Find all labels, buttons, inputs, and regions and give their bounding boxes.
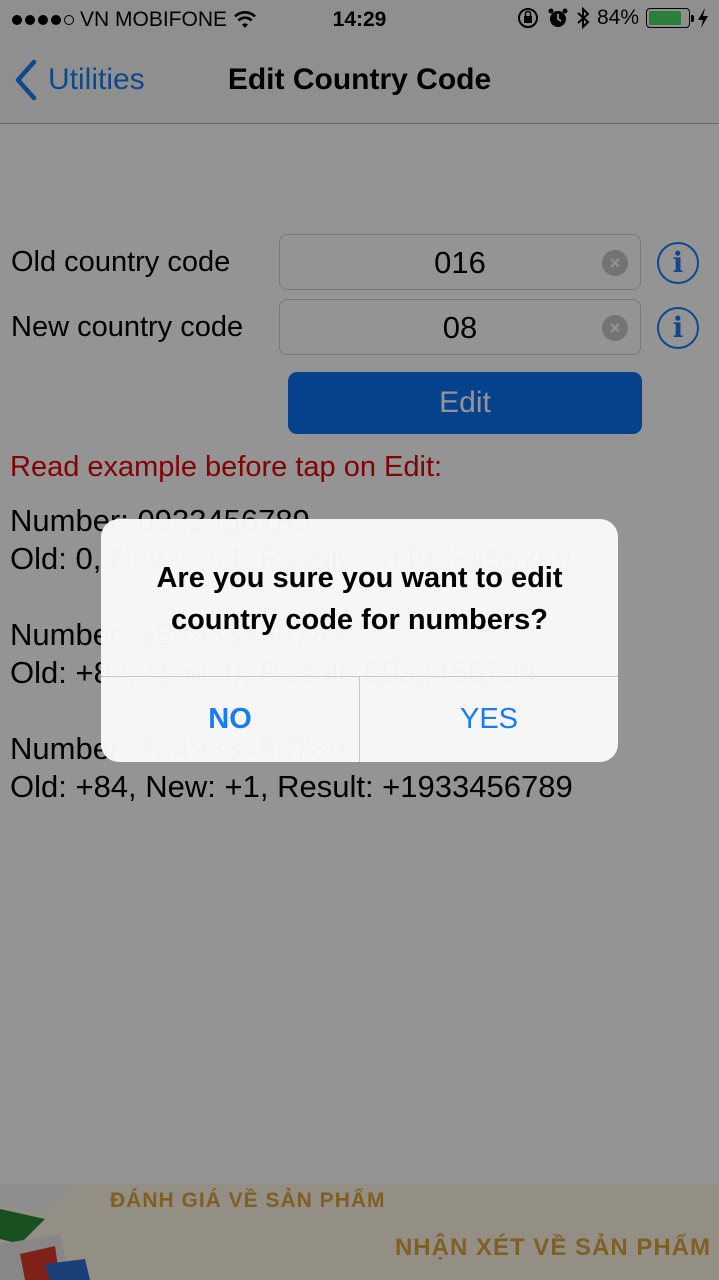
confirm-alert: Are you sure you want to edit country co… [101,519,618,762]
no-button[interactable]: NO [101,677,359,762]
alert-message: Are you sure you want to edit country co… [156,562,563,636]
yes-button[interactable]: YES [360,677,618,762]
